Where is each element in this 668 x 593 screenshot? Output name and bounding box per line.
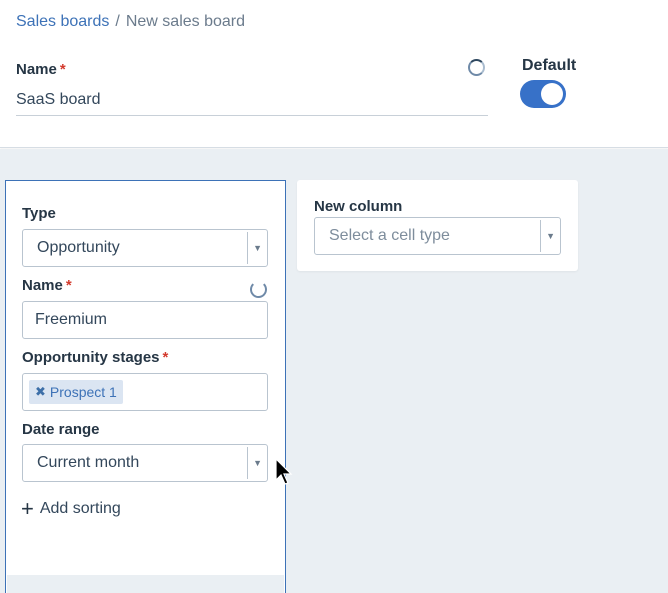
date-range-select[interactable]: Current month ▼ (22, 444, 268, 482)
close-icon[interactable]: ✖ (35, 384, 46, 400)
opportunity-stages-label: Opportunity stages * (22, 349, 169, 366)
board-header: Sales boards / New sales board Name* Def… (0, 0, 668, 148)
default-toggle[interactable] (520, 80, 566, 108)
type-label: Type (22, 205, 56, 222)
add-sorting-button[interactable]: + Add sorting (21, 496, 121, 521)
board-name-label: Name * (16, 61, 66, 78)
breadcrumb-current: New sales board (125, 13, 246, 30)
breadcrumb-sales-boards-link[interactable]: Sales boards (16, 13, 109, 31)
cell-type-select[interactable]: Select a cell type ▼ (314, 217, 561, 255)
opportunity-stages-multiselect[interactable]: ✖ Prospect 1 (22, 373, 268, 411)
caret-down-icon: ▼ (253, 243, 262, 253)
column-card-footer (7, 575, 284, 593)
add-sorting-label: Add sorting (39, 500, 121, 517)
date-range-select-value: Current month (37, 454, 140, 471)
new-column-title: New column (314, 198, 403, 215)
caret-down-icon: ▼ (546, 231, 555, 241)
cell-type-placeholder: Select a cell type (329, 227, 450, 244)
mouse-pointer-icon (275, 458, 293, 485)
required-marker: * (59, 61, 66, 78)
breadcrumb: Sales boards / New sales board (16, 13, 245, 31)
spinner-icon (250, 281, 267, 298)
column-name-input[interactable] (22, 301, 268, 339)
column-name-label: Name * (22, 277, 72, 294)
stage-tag-label: Prospect 1 (49, 384, 117, 400)
stage-tag: ✖ Prospect 1 (29, 380, 123, 404)
breadcrumb-separator: / (115, 13, 120, 30)
plus-icon: + (21, 496, 34, 521)
select-divider (247, 447, 248, 479)
type-select[interactable]: Opportunity ▼ (22, 229, 268, 267)
toggle-knob (541, 83, 563, 105)
select-divider (540, 220, 541, 252)
default-label: Default (522, 57, 577, 74)
select-divider (247, 232, 248, 264)
required-marker: * (65, 277, 72, 294)
caret-down-icon: ▼ (253, 458, 262, 468)
required-marker: * (162, 349, 169, 366)
date-range-label: Date range (22, 421, 100, 438)
spinner-icon (468, 59, 485, 76)
board-name-input[interactable] (16, 84, 488, 116)
type-select-value: Opportunity (37, 239, 120, 256)
